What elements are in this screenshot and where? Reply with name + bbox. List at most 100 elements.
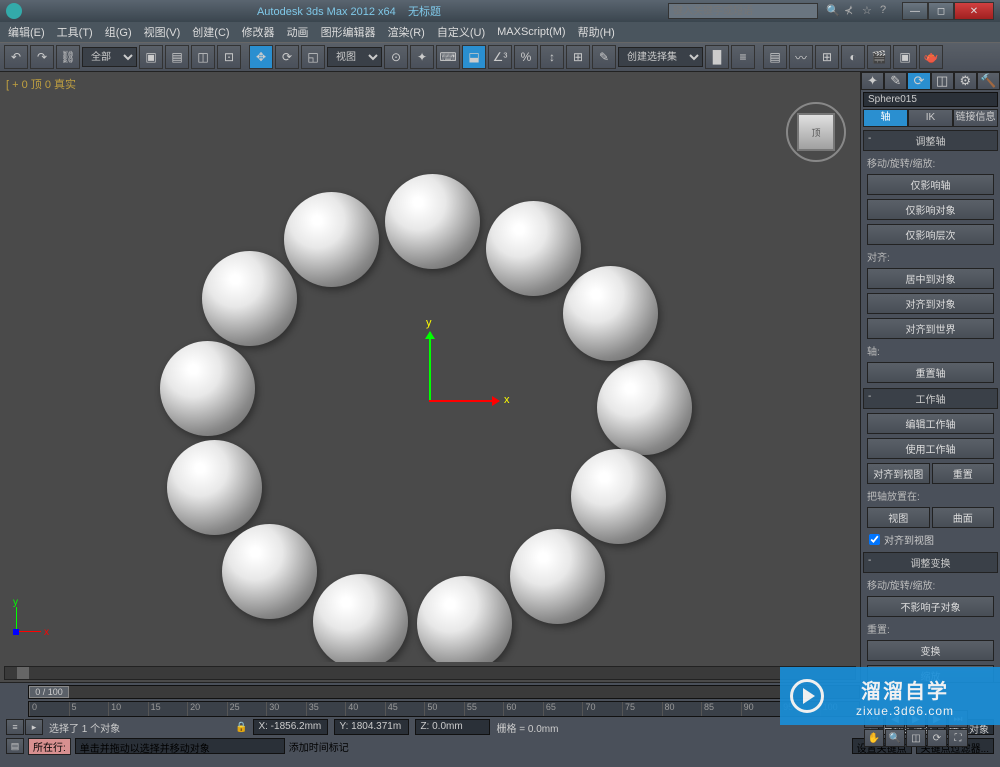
- btn-affect-pivot[interactable]: 仅影响轴: [867, 174, 994, 195]
- select-name-icon[interactable]: ▤: [165, 45, 189, 69]
- snap-icon[interactable]: ⬓: [462, 45, 486, 69]
- pivot-icon[interactable]: ⊙: [384, 45, 408, 69]
- btn-align-object[interactable]: 对齐到对象: [867, 293, 994, 314]
- app-icon[interactable]: [6, 3, 22, 19]
- viewport-hscroll[interactable]: [4, 666, 856, 680]
- trackbar-btn1[interactable]: ≡: [6, 719, 24, 735]
- tab-modify[interactable]: ✎: [884, 72, 907, 90]
- mode-linkinfo[interactable]: 链接信息: [953, 109, 998, 127]
- coord-y[interactable]: Y: 1804.371m: [334, 719, 409, 735]
- select-region-icon[interactable]: ◫: [191, 45, 215, 69]
- keymode-icon[interactable]: ⌨: [436, 45, 460, 69]
- nav-zoom-icon[interactable]: 🔍: [885, 729, 905, 747]
- rotate-icon[interactable]: ⟳: [275, 45, 299, 69]
- tab-create[interactable]: ✦: [861, 72, 884, 90]
- percent-snap-icon[interactable]: %: [514, 45, 538, 69]
- btn-edit-wp[interactable]: 编辑工作轴: [867, 413, 994, 434]
- named-selset-dropdown[interactable]: 创建选择集: [618, 47, 703, 67]
- btn-reset-transform[interactable]: 变换: [867, 640, 994, 661]
- spinner-snap-icon[interactable]: ↕: [540, 45, 564, 69]
- schematic-icon[interactable]: ⊞: [815, 45, 839, 69]
- coord-z[interactable]: Z: 0.0mm: [415, 719, 490, 735]
- menu-modifiers[interactable]: 修改器: [242, 24, 275, 40]
- menu-create[interactable]: 创建(C): [192, 24, 229, 40]
- menu-grapheditors[interactable]: 图形编辑器: [321, 24, 376, 40]
- viewport[interactable]: y x yx 顶: [4, 92, 856, 662]
- trackbar-btn2[interactable]: ▸: [25, 719, 43, 735]
- menu-edit[interactable]: 编辑(E): [8, 24, 45, 40]
- help-icon[interactable]: ?: [880, 4, 894, 18]
- menu-customize[interactable]: 自定义(U): [437, 24, 485, 40]
- lock-icon[interactable]: 🔒: [235, 722, 247, 733]
- menu-rendering[interactable]: 渲染(R): [388, 24, 425, 40]
- help-search-input[interactable]: [668, 3, 818, 19]
- star-icon[interactable]: ☆: [862, 4, 876, 18]
- redo-icon[interactable]: ↷: [30, 45, 54, 69]
- curve-editor-icon[interactable]: 〰: [789, 45, 813, 69]
- listener-btn[interactable]: ▤: [6, 738, 24, 754]
- mode-ik[interactable]: IK: [908, 109, 953, 127]
- nav-orbit-icon[interactable]: ⟳: [927, 729, 947, 747]
- close-button[interactable]: ✕: [954, 2, 994, 20]
- scale-icon[interactable]: ◱: [301, 45, 325, 69]
- btn-align-view[interactable]: 对齐到视图: [867, 463, 930, 484]
- btn-affect-hierarchy[interactable]: 仅影响层次: [867, 224, 994, 245]
- render-icon[interactable]: 🫖: [919, 45, 943, 69]
- link-icon[interactable]: ⛓: [56, 45, 80, 69]
- menu-group[interactable]: 组(G): [105, 24, 132, 40]
- window-crossing-icon[interactable]: ⊡: [217, 45, 241, 69]
- move-icon[interactable]: ✥: [249, 45, 273, 69]
- key-icon[interactable]: ⊀: [844, 4, 858, 18]
- btn-align-world[interactable]: 对齐到世界: [867, 318, 994, 339]
- btn-affect-object[interactable]: 仅影响对象: [867, 199, 994, 220]
- align-icon[interactable]: ≡: [731, 45, 755, 69]
- timeline-ruler[interactable]: 0510152025303540455055606570758085909510…: [28, 701, 860, 717]
- tab-display[interactable]: ⚙: [954, 72, 977, 90]
- minimize-button[interactable]: —: [902, 2, 928, 20]
- object-name-field[interactable]: Sphere015: [863, 92, 998, 107]
- tab-hierarchy[interactable]: ⟳: [907, 72, 930, 90]
- viewcube[interactable]: 顶: [786, 102, 846, 162]
- time-slider-thumb[interactable]: 0 / 100: [29, 686, 69, 698]
- selection-filter-dropdown[interactable]: 全部: [82, 47, 137, 67]
- material-icon[interactable]: ◐: [841, 45, 865, 69]
- mode-pivot[interactable]: 轴: [863, 109, 908, 127]
- rollout-adjust-transform[interactable]: 调整变换: [863, 552, 998, 573]
- viewport-label[interactable]: [ + 0 顶 0 真实: [2, 74, 858, 94]
- time-slider[interactable]: 0 / 100: [28, 685, 860, 699]
- btn-place-surface[interactable]: 曲面: [932, 507, 995, 528]
- btn-reset-wp[interactable]: 重置: [932, 463, 995, 484]
- manip-icon[interactable]: ✦: [410, 45, 434, 69]
- render-frame-icon[interactable]: ▣: [893, 45, 917, 69]
- menu-tools[interactable]: 工具(T): [57, 24, 93, 40]
- undo-icon[interactable]: ↶: [4, 45, 28, 69]
- btn-place-view[interactable]: 视图: [867, 507, 930, 528]
- layers-icon[interactable]: ▤: [763, 45, 787, 69]
- menu-maxscript[interactable]: MAXScript(M): [497, 26, 565, 38]
- menu-animation[interactable]: 动画: [287, 24, 309, 40]
- maximize-button[interactable]: ◻: [928, 2, 954, 20]
- nav-max-icon[interactable]: ⛶: [948, 729, 968, 747]
- search-icon[interactable]: 🔍: [826, 4, 840, 18]
- rollout-working-pivot[interactable]: 工作轴: [863, 388, 998, 409]
- chk-align-view[interactable]: 对齐到视图: [861, 530, 1000, 549]
- angle-snap-icon[interactable]: ∠³: [488, 45, 512, 69]
- mirror-icon[interactable]: ▐▌: [705, 45, 729, 69]
- select-icon[interactable]: ▣: [139, 45, 163, 69]
- btn-center-object[interactable]: 居中到对象: [867, 268, 994, 289]
- nav-fov-icon[interactable]: ◫: [906, 729, 926, 747]
- render-setup-icon[interactable]: 🎬: [867, 45, 891, 69]
- edged-icon[interactable]: ⊞: [566, 45, 590, 69]
- btn-dont-affect-children[interactable]: 不影响子对象: [867, 596, 994, 617]
- tab-utilities[interactable]: 🔨: [977, 72, 1000, 90]
- btn-reset-pivot[interactable]: 重置轴: [867, 362, 994, 383]
- add-time-tag[interactable]: 添加时间标记: [289, 739, 349, 754]
- btn-use-wp[interactable]: 使用工作轴: [867, 438, 994, 459]
- menu-help[interactable]: 帮助(H): [578, 24, 615, 40]
- menu-views[interactable]: 视图(V): [144, 24, 181, 40]
- rollout-adjust-pivot[interactable]: 调整轴: [863, 130, 998, 151]
- edit-named-icon[interactable]: ✎: [592, 45, 616, 69]
- refcoord-dropdown[interactable]: 视图: [327, 47, 382, 67]
- coord-x[interactable]: X: -1856.2mm: [253, 719, 328, 735]
- nav-pan-icon[interactable]: ✋: [864, 729, 884, 747]
